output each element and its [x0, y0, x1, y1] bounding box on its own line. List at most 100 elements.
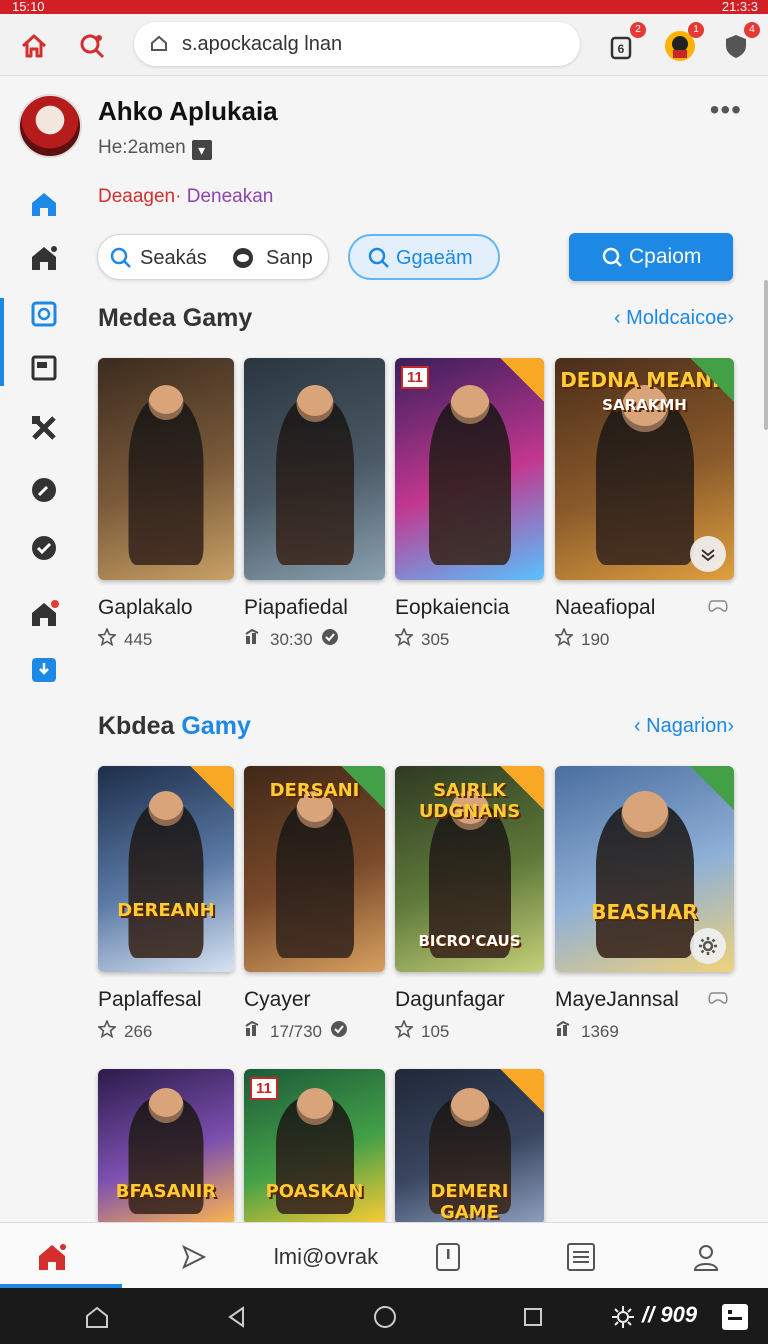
primary-action-button[interactable]: Cpaiom: [569, 233, 733, 281]
chevron-down-icon[interactable]: [690, 536, 726, 572]
system-recents-circle-icon[interactable]: [370, 1302, 400, 1332]
system-overview-icon[interactable]: [518, 1302, 548, 1332]
account-avatar-icon[interactable]: 1: [662, 22, 704, 64]
home-icon[interactable]: [16, 28, 52, 64]
game-card[interactable]: POASKAN 11: [244, 1069, 385, 1225]
bottom-nav: lmi@ovrak: [0, 1222, 768, 1288]
game-card[interactable]: [98, 358, 234, 580]
profile-subtitle-text: He:2amen: [98, 137, 186, 158]
side-compass-icon[interactable]: [26, 472, 62, 508]
game-title[interactable]: Eopkaiencia: [395, 596, 509, 620]
search-icon: [601, 246, 623, 274]
game-card[interactable]: 11: [395, 358, 544, 580]
section-link-2-text: Nagarion: [646, 715, 728, 737]
game-meta: 445: [97, 626, 152, 651]
game-meta: 30:30: [244, 628, 339, 651]
bottom-send-icon[interactable]: [176, 1239, 212, 1275]
star-icon: [394, 1018, 414, 1043]
address-bar[interactable]: s.apockacalg lnan: [134, 22, 580, 66]
shield-icon[interactable]: 4: [718, 22, 760, 64]
game-meta: 1369: [555, 1020, 619, 1043]
game-meta: 190: [554, 626, 610, 651]
primary-action-label: Cpaiom: [629, 245, 702, 268]
avatar[interactable]: [18, 94, 82, 158]
bottom-list-icon[interactable]: [564, 1239, 598, 1275]
section-title-2: Kbdea Gamy: [98, 712, 251, 741]
system-screenshot-icon[interactable]: [720, 1302, 750, 1332]
bottom-home-icon[interactable]: [34, 1239, 70, 1275]
side-library-icon[interactable]: [26, 296, 62, 332]
info-circle-icon: [330, 1020, 348, 1043]
site-home-icon: [150, 34, 168, 57]
star-icon: [97, 626, 117, 651]
search-icon[interactable]: [74, 28, 110, 64]
system-back-icon[interactable]: [222, 1302, 252, 1332]
side-home-icon[interactable]: [26, 186, 62, 222]
side-download-icon[interactable]: [26, 652, 62, 688]
system-home-icon[interactable]: [82, 1302, 112, 1332]
secondary-filter-pill[interactable]: Ggaeäm: [348, 234, 500, 280]
game-title[interactable]: Piapafiedal: [244, 596, 348, 620]
trend-icon: [555, 1020, 573, 1043]
game-art-head: [621, 791, 668, 838]
scrollbar[interactable]: [764, 280, 768, 430]
game-title[interactable]: Naeafiopal: [555, 596, 655, 620]
game-art-title: BEASHAR: [591, 900, 698, 924]
game-art-head: [148, 1088, 184, 1123]
browser-toolbar: s.apockacalg lnan 6 2 1 4: [0, 14, 768, 76]
section-link-2[interactable]: ‹ Nagarion›: [634, 715, 734, 738]
gamepad-icon[interactable]: [708, 990, 728, 1011]
game-card[interactable]: BFASANIR: [98, 1069, 234, 1225]
bottom-center-label[interactable]: lmi@ovrak: [266, 1239, 386, 1275]
side-tools-icon[interactable]: [26, 410, 62, 446]
snap-icon: [232, 247, 254, 275]
tabs-icon[interactable]: 6 2: [604, 22, 646, 64]
game-card[interactable]: DERSANI: [244, 766, 385, 972]
game-card[interactable]: DEMERI GAME: [395, 1069, 544, 1225]
section-title-2-accent: Gamy: [181, 712, 251, 740]
game-card[interactable]: DEREANH: [98, 766, 234, 972]
info-circle-icon: [321, 628, 339, 651]
corner-ribbon: [500, 766, 544, 810]
system-settings-icon[interactable]: [608, 1302, 638, 1332]
chevron-left-icon: ‹: [633, 715, 647, 737]
game-art-head: [450, 1088, 489, 1127]
game-title[interactable]: Paplaffesal: [98, 988, 202, 1012]
side-nav: [0, 180, 84, 700]
game-title[interactable]: Dagunfagar: [395, 988, 505, 1012]
status-right: 21:3:3: [721, 0, 758, 14]
avatar-badge: 1: [688, 22, 704, 38]
game-card[interactable]: SAIRLK UDGNANS BICRO'CAUS: [395, 766, 544, 972]
game-title[interactable]: MayeJannsal: [555, 988, 679, 1012]
game-card[interactable]: [244, 358, 385, 580]
side-window-icon[interactable]: [26, 350, 62, 386]
section-title-2-text: Kbdea: [98, 712, 175, 740]
age-rating-badge: 11: [250, 1077, 278, 1100]
search-icon: [368, 247, 390, 275]
game-meta-value: 305: [421, 629, 450, 649]
bottom-info-icon[interactable]: [432, 1239, 464, 1275]
gear-icon[interactable]: [690, 928, 726, 964]
game-title[interactable]: Gaplakalo: [98, 596, 193, 620]
chevron-right-icon: ›: [727, 715, 734, 737]
profile-name: Ahko Aplukaia: [98, 96, 278, 126]
search-filter-pill[interactable]: Seakás Sanp: [97, 234, 329, 280]
game-meta: 266: [97, 1018, 152, 1043]
more-options-icon[interactable]: •••: [710, 94, 742, 126]
game-title[interactable]: Cyayer: [244, 988, 311, 1012]
game-meta: 305: [394, 626, 450, 651]
bottom-profile-icon[interactable]: [688, 1239, 724, 1275]
dropdown-icon[interactable]: ▾: [191, 140, 212, 160]
side-check-icon[interactable]: [26, 530, 62, 566]
side-house-icon[interactable]: [26, 240, 62, 276]
section-link-1[interactable]: ‹ Moldcaicoe›: [614, 307, 734, 330]
breadcrumb-first[interactable]: Deaagen·: [98, 186, 181, 207]
star-icon: [394, 626, 414, 651]
corner-ribbon: [341, 766, 385, 810]
search-filter-label: Seakás: [140, 247, 207, 269]
breadcrumb-second[interactable]: Deneakan: [187, 186, 274, 207]
gamepad-icon[interactable]: [708, 598, 728, 619]
game-art-head: [296, 1088, 333, 1125]
game-meta-value: 190: [581, 629, 610, 649]
side-house-alert-icon[interactable]: [26, 596, 62, 632]
